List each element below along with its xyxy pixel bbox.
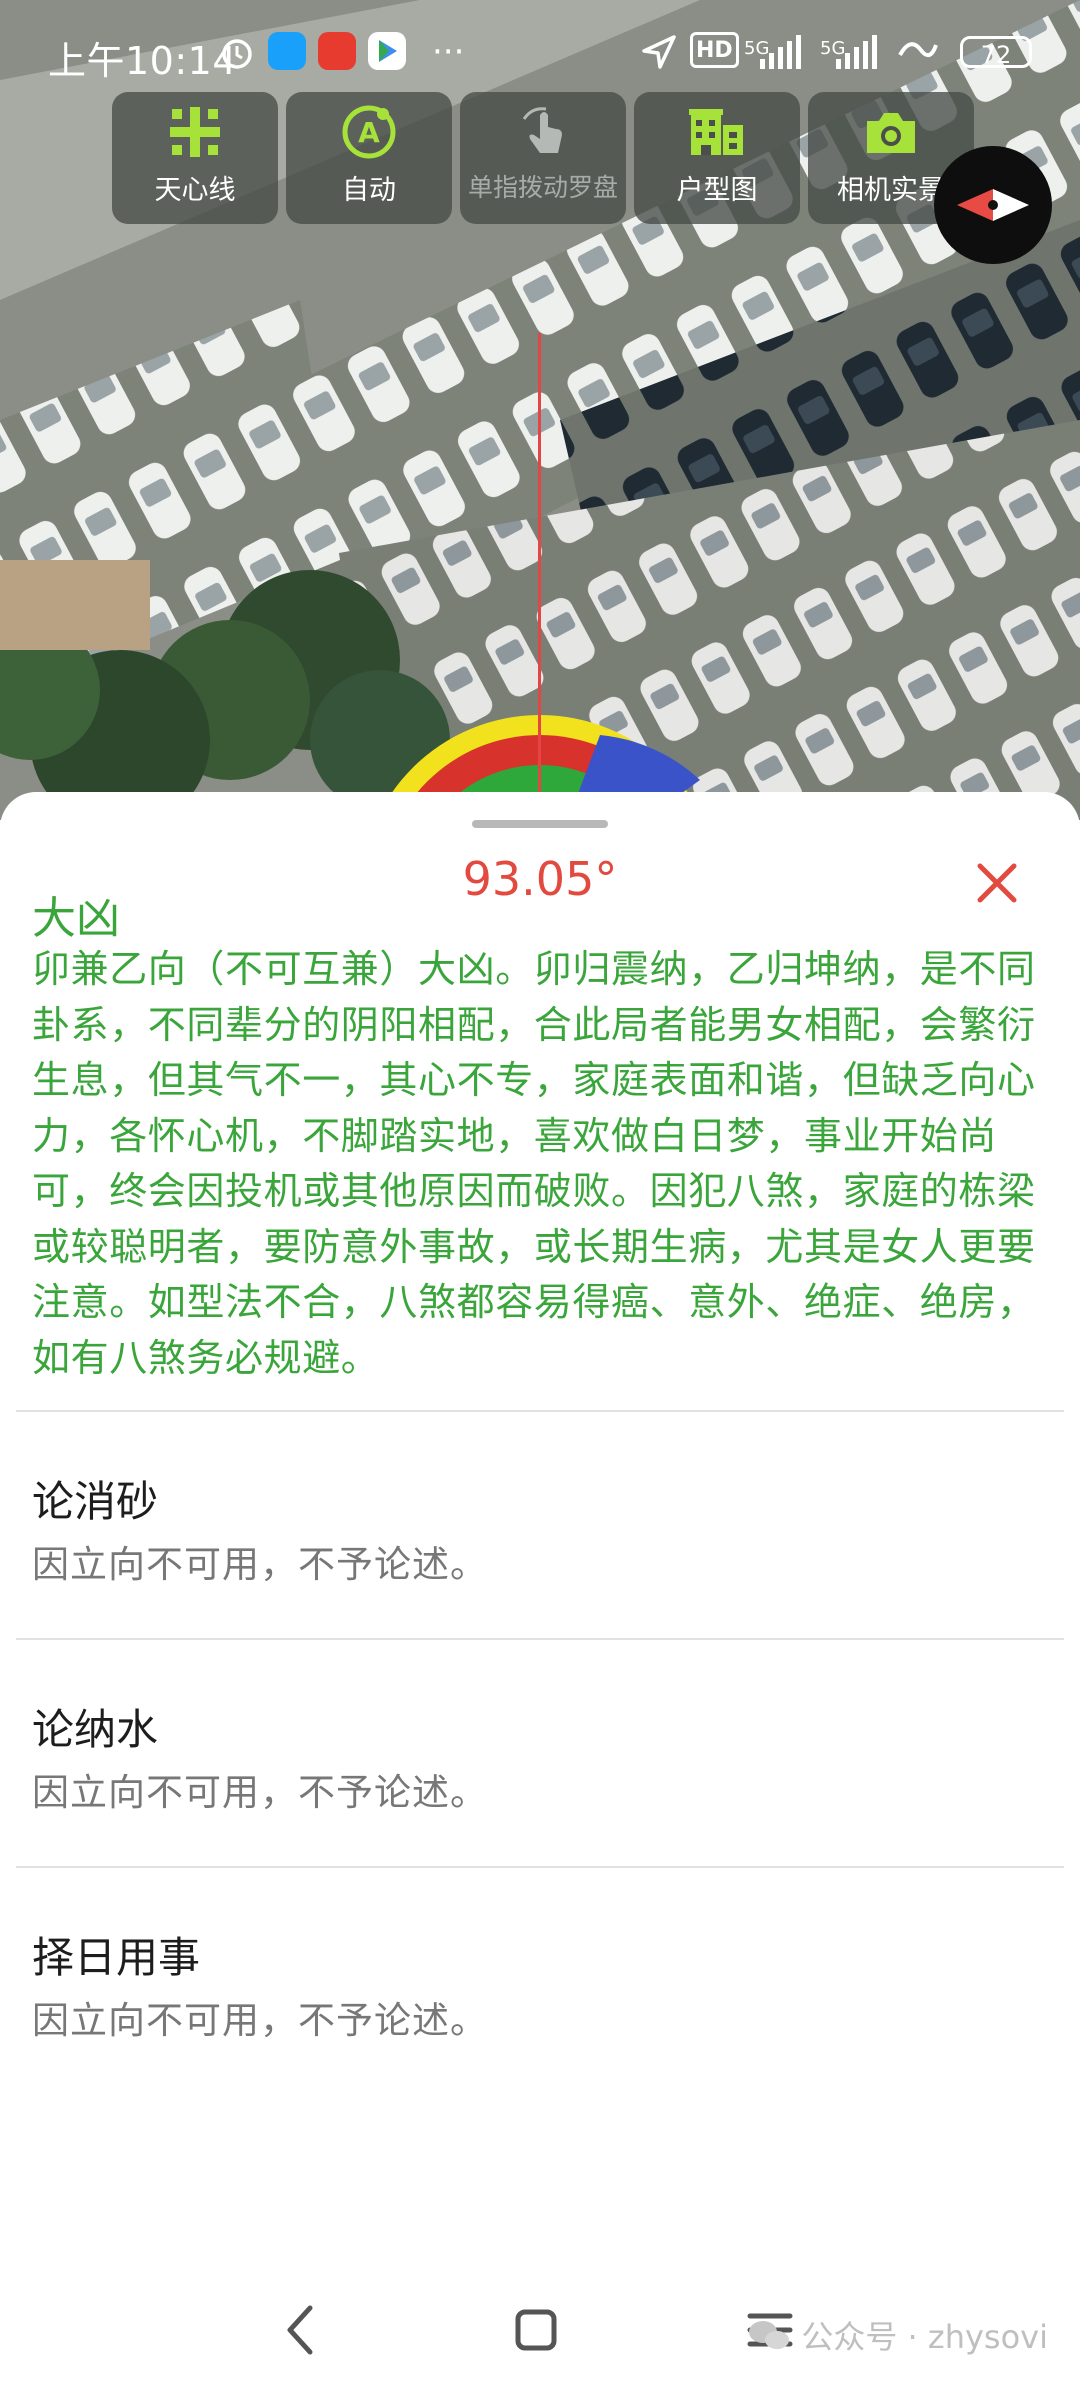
location-icon [640, 32, 678, 72]
crosshair-grid-icon [167, 104, 223, 160]
watermark-text: 公众号 · zhysovi [801, 2318, 1048, 2356]
wechat-icon [749, 2321, 790, 2349]
floor-plan-button[interactable]: 户型图 [634, 92, 800, 224]
section-title-nashui: 论纳水 [32, 1705, 159, 1754]
tool-label: 自动 [342, 175, 396, 206]
verdict-title: 大凶 [32, 893, 120, 944]
hd-badge: HD [690, 32, 739, 68]
map-toolbar: 天心线 A 自动 单指拨动罗盘 户型图 相机实景 [112, 92, 974, 228]
watermark: 公众号 · zhysovi [747, 2312, 1048, 2358]
compass-toggle-button[interactable] [934, 146, 1052, 264]
divider [16, 1638, 1064, 1640]
more-notifications-icon: ··· [432, 32, 465, 72]
bearing-degree: 93.05° [462, 852, 618, 906]
home-icon[interactable] [496, 2290, 576, 2370]
signal-icon [758, 32, 802, 72]
divider [16, 1410, 1064, 1412]
hand-swipe-icon [515, 104, 571, 160]
signal-icon-2 [834, 32, 878, 72]
play-store-icon [368, 32, 406, 70]
section-title-zeri: 择日用事 [32, 1933, 201, 1982]
hotspot-icon [896, 32, 940, 72]
tool-label: 户型图 [676, 175, 758, 206]
single-finger-rotate-button[interactable]: 单指拨动罗盘 [460, 92, 626, 224]
news-app-icon [318, 32, 356, 70]
battery-indicator: 72 [960, 36, 1032, 69]
app-notification-icon [268, 32, 306, 70]
tool-label: 单指拨动罗盘 [467, 173, 618, 202]
status-time: 上午10:14 [48, 39, 238, 83]
alarm-icon [218, 32, 256, 72]
system-navigation-bar: 公众号 · zhysovi [0, 2270, 1080, 2400]
auto-a-icon: A [341, 104, 397, 160]
divider [16, 1866, 1064, 1868]
tool-label: 天心线 [154, 175, 236, 206]
section-text-zeri: 因立向不可用，不予论述。 [32, 1999, 488, 2042]
section-title-xiaosha: 论消砂 [32, 1477, 159, 1526]
compass-needle-icon [957, 189, 1029, 221]
svg-text:A: A [358, 116, 380, 149]
status-bar: 上午10:14 ··· HD 5G 5G 72 [0, 0, 1080, 100]
sheet-drag-handle[interactable] [472, 820, 608, 828]
building-icon [689, 104, 745, 160]
close-icon[interactable] [974, 860, 1020, 906]
tool-label: 相机实景 [837, 175, 945, 206]
direction-detail-sheet: 93.05° 大凶 卯兼乙向（不可互兼）大凶。卯归震纳，乙归坤纳，是不同卦系，不… [0, 792, 1080, 2400]
auto-button[interactable]: A 自动 [286, 92, 452, 224]
section-text-nashui: 因立向不可用，不予论述。 [32, 1771, 488, 1814]
section-text-xiaosha: 因立向不可用，不予论述。 [32, 1543, 488, 1586]
heading-line [538, 333, 541, 833]
verdict-description: 卯兼乙向（不可互兼）大凶。卯归震纳，乙归坤纳，是不同卦系，不同辈分的阴阳相配，合… [32, 947, 1036, 1380]
tianxin-line-button[interactable]: 天心线 [112, 92, 278, 224]
camera-icon [863, 104, 919, 160]
back-icon[interactable] [260, 2290, 340, 2370]
